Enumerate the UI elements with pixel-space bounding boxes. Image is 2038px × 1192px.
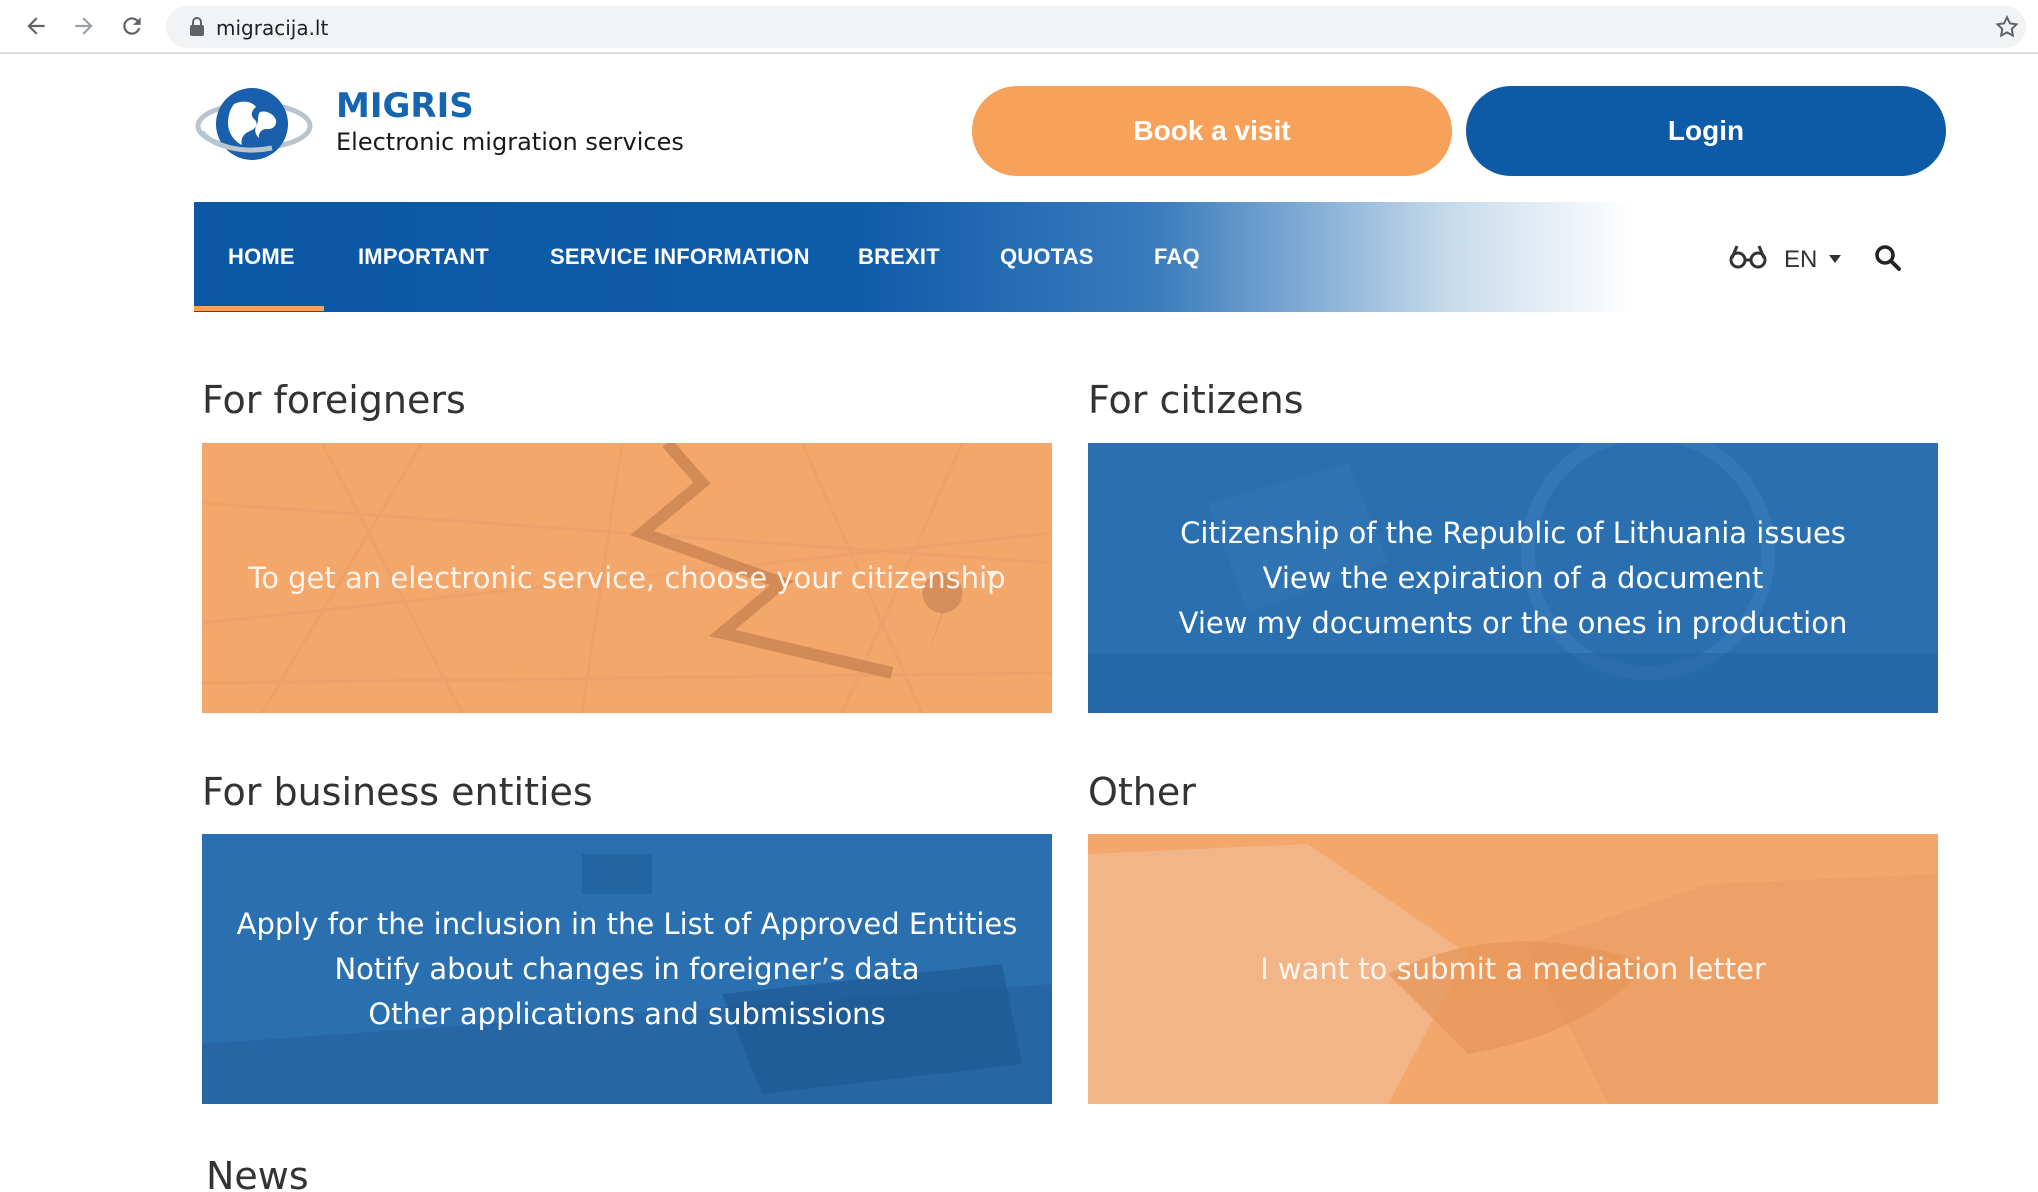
language-selector[interactable]: EN	[1784, 246, 1817, 274]
globe-logo-icon[interactable]	[194, 84, 314, 166]
section-title-citizens: For citizens	[1088, 378, 1304, 422]
url-text: migracija.lt	[216, 16, 329, 40]
approved-entities-link[interactable]: Apply for the inclusion in the List of A…	[237, 902, 1018, 947]
card-other: I want to submit a mediation letter	[1088, 834, 1938, 1104]
main-navigation: HOME IMPORTANT SERVICE INFORMATION BREXI…	[194, 202, 1946, 312]
card-line: To get an electronic service, choose you…	[248, 560, 1006, 595]
book-visit-button[interactable]: Book a visit	[972, 86, 1452, 176]
chevron-down-icon[interactable]	[1828, 254, 1842, 264]
login-button[interactable]: Login	[1466, 86, 1946, 176]
brand-subtitle: Electronic migration services	[336, 128, 684, 156]
forward-icon[interactable]	[66, 8, 102, 44]
section-title-business: For business entities	[202, 770, 593, 814]
citizenship-issues-link[interactable]: Citizenship of the Republic of Lithuania…	[1180, 511, 1846, 556]
section-title-foreigners: For foreigners	[202, 378, 466, 422]
section-title-news: News	[206, 1154, 309, 1192]
section-title-other: Other	[1088, 770, 1196, 814]
nav-quotas[interactable]: QUOTAS	[1000, 244, 1094, 270]
mediation-letter-link[interactable]: I want to submit a mediation letter	[1260, 947, 1766, 992]
nav-active-indicator	[194, 306, 324, 311]
nav-service-information[interactable]: SERVICE INFORMATION	[550, 244, 810, 270]
nav-important[interactable]: IMPORTANT	[358, 244, 489, 270]
reload-icon[interactable]	[114, 8, 150, 44]
nav-home[interactable]: HOME	[228, 244, 295, 270]
brand-title: MIGRIS	[336, 86, 474, 126]
card-business: Apply for the inclusion in the List of A…	[202, 834, 1052, 1104]
other-applications-link[interactable]: Other applications and submissions	[368, 992, 885, 1037]
chevron-down-icon[interactable]	[985, 570, 999, 580]
lock-icon	[190, 17, 204, 36]
card-citizens: Citizenship of the Republic of Lithuania…	[1088, 443, 1938, 713]
foreigner-data-changes-link[interactable]: Notify about changes in foreigner’s data	[334, 947, 919, 992]
nav-faq[interactable]: FAQ	[1154, 244, 1200, 270]
browser-toolbar: migracija.lt	[0, 0, 2038, 54]
search-icon[interactable]	[1874, 244, 1902, 272]
star-icon[interactable]	[1994, 14, 2020, 40]
document-expiration-link[interactable]: View the expiration of a document	[1263, 556, 1764, 601]
nav-brexit[interactable]: BREXIT	[858, 244, 940, 270]
address-bar[interactable]: migracija.lt	[166, 6, 2026, 48]
back-icon[interactable]	[18, 8, 54, 44]
my-documents-link[interactable]: View my documents or the ones in product…	[1179, 601, 1848, 646]
card-foreigners[interactable]: To get an electronic service, choose you…	[202, 443, 1052, 713]
glasses-icon[interactable]	[1728, 240, 1768, 270]
